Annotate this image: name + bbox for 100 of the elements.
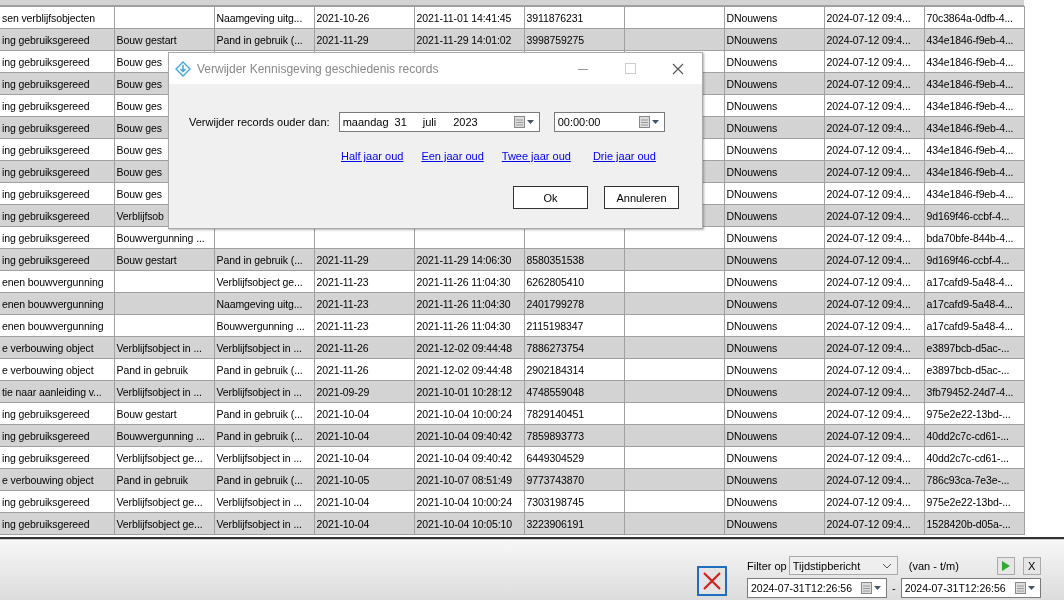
table-cell: 2021-11-29 bbox=[316, 253, 369, 266]
table-cell: 2024-07-12 09:4... bbox=[826, 407, 911, 420]
table-cell: 434e1846-f9eb-4... bbox=[926, 99, 1014, 112]
table-cell: Verblijfsobject in ... bbox=[216, 495, 302, 508]
table-cell: Bouw gestart bbox=[116, 33, 177, 46]
table-cell: 2021-12-02 09:44:48 bbox=[416, 363, 513, 376]
calendar-dropdown-icon bbox=[861, 582, 883, 594]
table-cell: a17cafd9-5a48-4... bbox=[926, 297, 1013, 310]
close-icon[interactable] bbox=[672, 62, 684, 75]
table-cell: 2024-07-12 09:4... bbox=[826, 209, 911, 222]
table-cell: 2024-07-12 09:4... bbox=[826, 473, 911, 486]
table-cell: 2024-07-12 09:4... bbox=[826, 231, 911, 244]
table-cell: 2024-07-12 09:4... bbox=[826, 253, 911, 266]
table-cell: 9773743870 bbox=[526, 473, 584, 486]
table-cell: 40dd2c7c-cd61-... bbox=[926, 429, 1009, 442]
preset-link[interactable]: Twee jaar oud bbox=[501, 150, 571, 162]
table-cell: DNouwens bbox=[726, 341, 778, 354]
table-cell: Naamgeving uitg... bbox=[216, 11, 303, 24]
table-cell: 8580351538 bbox=[526, 253, 584, 266]
table-cell: 2021-11-23 bbox=[316, 319, 369, 332]
table-cell: 40dd2c7c-cd61-... bbox=[926, 451, 1009, 464]
table-cell: 7303198745 bbox=[526, 495, 584, 508]
preset-link[interactable]: Drie jaar oud bbox=[592, 150, 656, 162]
table-cell: 2024-07-12 09:4... bbox=[826, 429, 911, 442]
table-cell: 2401799278 bbox=[526, 297, 584, 310]
table-cell: 2024-07-12 09:4... bbox=[826, 143, 911, 156]
table-cell: Verblijfsobject ge... bbox=[116, 451, 203, 464]
table-cell: 2024-07-12 09:4... bbox=[826, 517, 911, 530]
table-cell: e3897bcb-d5ac-... bbox=[926, 363, 1010, 376]
table-cell: ing gebruiksgereed bbox=[2, 33, 90, 46]
apply-filter-button[interactable] bbox=[996, 556, 1015, 575]
table-cell: 2021-11-29 bbox=[316, 33, 369, 46]
table-cell: DNouwens bbox=[726, 429, 778, 442]
table-cell: DNouwens bbox=[726, 165, 778, 178]
table-cell: 786c93ca-7e3e-... bbox=[926, 473, 1010, 486]
table-cell: Bouwvergunning ... bbox=[116, 429, 205, 442]
table-cell: e verbouwing object bbox=[2, 363, 94, 376]
table-cell: 2021-10-04 09:40:42 bbox=[416, 451, 513, 464]
table-cell: 2024-07-12 09:4... bbox=[826, 121, 911, 134]
to-date-picker[interactable]: 2024-07-31T12:26:56 bbox=[900, 578, 1041, 598]
weekday-text: maandag bbox=[342, 116, 389, 128]
date-picker[interactable]: maandag 31 juli 2023 bbox=[338, 112, 540, 132]
time-picker[interactable]: 00:00:00 bbox=[553, 112, 665, 132]
table-cell: 2021-10-04 bbox=[316, 495, 370, 508]
table-cell: 2021-10-01 10:28:12 bbox=[416, 385, 513, 398]
table-cell: 2021-10-26 bbox=[316, 11, 370, 24]
table-cell: ing gebruiksgereed bbox=[2, 77, 90, 90]
table-cell: Verblijfsob bbox=[116, 209, 164, 222]
table-cell: 975e2e22-13bd-... bbox=[926, 407, 1011, 420]
table-cell: 2024-07-12 09:4... bbox=[826, 363, 911, 376]
table-cell: DNouwens bbox=[726, 121, 778, 134]
delete-button[interactable] bbox=[697, 566, 727, 596]
filter-dropdown[interactable]: Tijdstipbericht bbox=[788, 556, 898, 575]
year-text: 2023 bbox=[453, 116, 478, 128]
table-cell: Bouw ges bbox=[116, 121, 162, 134]
table-cell: Pand in gebruik (... bbox=[216, 33, 303, 46]
table-cell: DNouwens bbox=[726, 77, 778, 90]
table-cell: 2024-07-12 09:4... bbox=[826, 275, 911, 288]
table-cell: ing gebruiksgereed bbox=[2, 231, 90, 244]
table-cell: DNouwens bbox=[726, 473, 778, 486]
from-date-value: 2024-07-31T12:26:56 bbox=[751, 582, 852, 594]
table-cell: 2021-10-04 bbox=[316, 517, 370, 530]
table-cell: DNouwens bbox=[726, 209, 778, 222]
table-cell: enen bouwvergunning bbox=[2, 319, 104, 332]
filter-label: Filter op bbox=[747, 559, 787, 572]
table-cell: Verblijfsobject in ... bbox=[116, 385, 202, 398]
date-label: Verwijder records ouder dan: bbox=[189, 116, 330, 128]
table-cell: tie naar aanleiding v... bbox=[2, 385, 102, 398]
table-cell: 2021-10-04 10:05:10 bbox=[416, 517, 513, 530]
table-cell: 2024-07-12 09:4... bbox=[826, 495, 911, 508]
table-cell: Verblijfsobject ge... bbox=[216, 275, 303, 288]
from-date-picker[interactable]: 2024-07-31T12:26:56 bbox=[747, 578, 887, 598]
table-cell: Pand in gebruik (... bbox=[216, 363, 303, 376]
chevron-down-icon bbox=[881, 562, 892, 569]
table-cell: ing gebruiksgereed bbox=[2, 121, 90, 134]
table-cell: e verbouwing object bbox=[2, 341, 94, 354]
table-cell: DNouwens bbox=[726, 253, 778, 266]
table-cell: 2024-07-12 09:4... bbox=[826, 451, 911, 464]
table-cell: DNouwens bbox=[726, 55, 778, 68]
table-cell: Bouw ges bbox=[116, 165, 162, 178]
clear-filter-button[interactable]: X bbox=[1022, 556, 1041, 575]
table-cell: ing gebruiksgereed bbox=[2, 451, 90, 464]
table-cell: sen verblijfsobjecten bbox=[2, 11, 96, 24]
table-cell: DNouwens bbox=[726, 451, 778, 464]
preset-link[interactable]: Half jaar oud bbox=[341, 150, 404, 162]
month-text: juli bbox=[422, 116, 437, 128]
table-cell: DNouwens bbox=[726, 319, 778, 332]
table-cell: DNouwens bbox=[726, 517, 778, 530]
table-cell: Bouw ges bbox=[116, 55, 162, 68]
table-cell: 2024-07-12 09:4... bbox=[826, 165, 911, 178]
table-cell: 2021-11-26 11:04:30 bbox=[416, 319, 511, 332]
table-cell: DNouwens bbox=[726, 407, 778, 420]
maximize-icon[interactable] bbox=[625, 63, 636, 74]
ok-button[interactable]: Ok bbox=[513, 186, 588, 209]
table-cell: DNouwens bbox=[726, 495, 778, 508]
range-separator: - bbox=[892, 582, 896, 594]
table-cell: ing gebruiksgereed bbox=[2, 99, 90, 112]
cancel-button[interactable]: Annuleren bbox=[604, 186, 679, 209]
preset-link[interactable]: Een jaar oud bbox=[421, 150, 484, 162]
table-cell: DNouwens bbox=[726, 187, 778, 200]
